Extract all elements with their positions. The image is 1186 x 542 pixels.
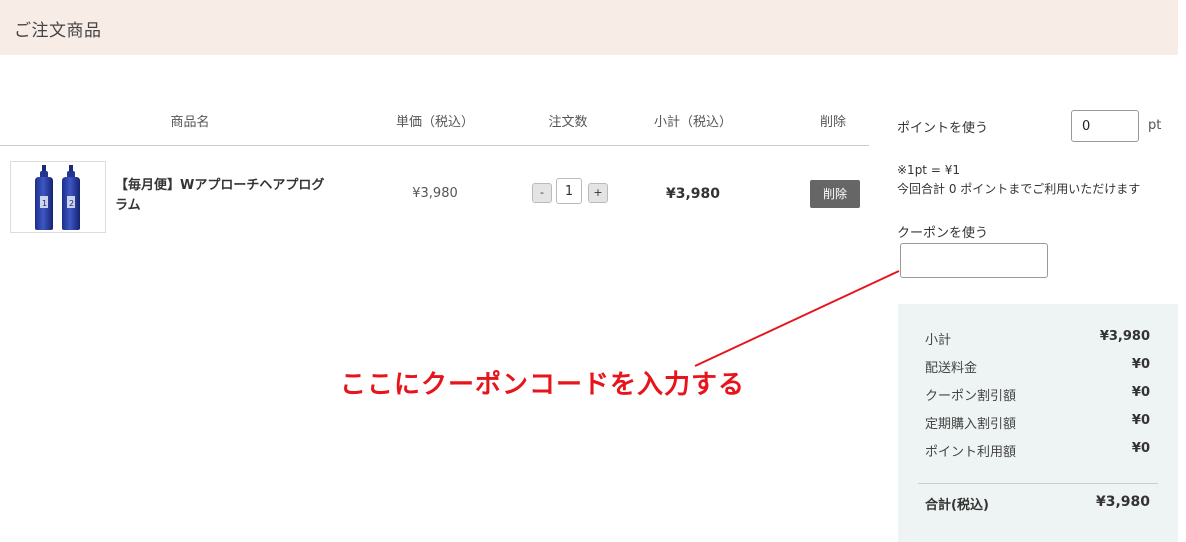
- annotation-arrow: [694, 270, 900, 367]
- annotation-text: ここにクーポンコードを入力する: [340, 370, 746, 400]
- cart-page: ご注文商品 商品名 単価（税込） 注文数 小計（税込） 削除 1 2 【毎月便】…: [0, 0, 1186, 542]
